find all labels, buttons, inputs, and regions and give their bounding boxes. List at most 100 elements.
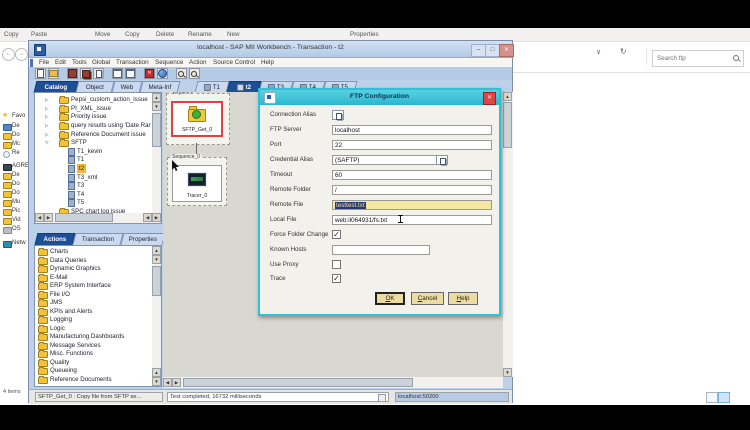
- credential-alias-picker[interactable]: [436, 155, 448, 165]
- canvas-vscrollbar[interactable]: [503, 92, 513, 377]
- scroll-up-icon[interactable]: [152, 368, 161, 377]
- details-view-icon[interactable]: [706, 392, 718, 403]
- scroll-left-icon[interactable]: [163, 378, 172, 387]
- nav-os-drive[interactable]: OS: [0, 225, 28, 234]
- action-category[interactable]: Misc. Functions: [35, 349, 151, 358]
- copy-button[interactable]: [112, 68, 123, 79]
- chevron-down-icon[interactable]: ∨: [596, 48, 601, 56]
- status-doc-icon[interactable]: [378, 394, 386, 401]
- new-document-button[interactable]: [35, 68, 46, 79]
- save-all-button[interactable]: [80, 68, 91, 79]
- nav-desktop[interactable]: De: [0, 122, 28, 131]
- maximize-icon[interactable]: □: [485, 44, 500, 57]
- local-file-field[interactable]: web:il064931/fs.txt: [332, 215, 492, 225]
- tree-item[interactable]: T3: [35, 181, 151, 190]
- find-button[interactable]: [176, 68, 187, 79]
- ribbon-properties-button[interactable]: Properties: [350, 30, 379, 39]
- tree-item[interactable]: ▷ Pepsi_custom_action_issue: [35, 95, 151, 104]
- help-button[interactable]: Help: [448, 292, 478, 305]
- cancel-button[interactable]: Cancel: [411, 292, 444, 305]
- remote-folder-field[interactable]: /: [332, 185, 492, 195]
- trace-checkbox[interactable]: ✓: [332, 274, 341, 283]
- export-button[interactable]: [93, 68, 104, 79]
- sap-title-bar[interactable]: localhost - SAP MII Workbench - Transact…: [29, 41, 514, 57]
- dialog-close-icon[interactable]: ✕: [483, 92, 496, 105]
- scroll-up-icon[interactable]: [152, 246, 161, 255]
- ok-button[interactable]: OK: [375, 292, 405, 305]
- nav-favorites[interactable]: ★ Favo: [0, 112, 28, 121]
- tree-item-sftp[interactable]: ▽ SFTP: [35, 138, 151, 147]
- open-button[interactable]: [48, 68, 59, 79]
- forward-icon[interactable]: →: [15, 48, 28, 61]
- known-hosts-field[interactable]: [332, 245, 430, 255]
- action-category[interactable]: Logging: [35, 315, 151, 324]
- tree-item[interactable]: ▷query results using 'Date Range' d: [35, 121, 151, 130]
- timeout-field[interactable]: 60: [332, 170, 492, 180]
- tab-transaction[interactable]: Transaction: [72, 233, 124, 245]
- scroll-right-icon[interactable]: [152, 213, 161, 222]
- remote-file-field[interactable]: testtest.txt: [332, 200, 492, 210]
- tree-vscrollbar[interactable]: [152, 93, 161, 213]
- connection-alias-picker[interactable]: [332, 110, 344, 120]
- nav-network[interactable]: Netw: [0, 239, 28, 248]
- ribbon-paste-button[interactable]: Paste: [31, 30, 47, 39]
- scroll-up-icon[interactable]: [152, 93, 161, 102]
- scroll-down-icon[interactable]: [152, 377, 161, 386]
- scroll-right-icon[interactable]: [172, 378, 181, 387]
- scrollbar-thumb[interactable]: [152, 266, 161, 296]
- tree-item-selected[interactable]: t2: [35, 164, 151, 173]
- save-button[interactable]: [67, 68, 78, 79]
- nav-downloads[interactable]: Do: [0, 131, 28, 140]
- nav-item[interactable]: Mc: [0, 140, 28, 149]
- web-button[interactable]: [157, 68, 168, 79]
- nav-recent[interactable]: Re: [0, 149, 28, 158]
- sequence-group[interactable]: Sequence SFTP_Get_0: [166, 92, 230, 145]
- action-category[interactable]: JMS: [35, 298, 151, 307]
- tree-item[interactable]: T1: [35, 155, 151, 164]
- ribbon-rename-button[interactable]: Rename: [188, 30, 212, 39]
- nav-this-pc[interactable]: AGRE: [0, 162, 28, 171]
- nav-music[interactable]: Mu: [0, 198, 28, 207]
- scrollbar-thumb[interactable]: [55, 213, 113, 222]
- delete-button[interactable]: ✕: [144, 68, 155, 79]
- back-icon[interactable]: ←: [2, 48, 15, 61]
- ribbon-move-button[interactable]: Move: [95, 30, 110, 39]
- scroll-up-icon[interactable]: [503, 92, 512, 101]
- nav-pictures[interactable]: Pic: [0, 207, 28, 216]
- ftp-server-field[interactable]: localhost: [332, 125, 492, 135]
- scroll-down-icon[interactable]: [152, 102, 161, 111]
- nav-item[interactable]: De: [0, 171, 28, 180]
- nav-item[interactable]: Do: [0, 180, 28, 189]
- tab-actions[interactable]: Actions: [34, 233, 76, 245]
- action-category[interactable]: Dynamic Graphics: [35, 264, 151, 273]
- find-next-button[interactable]: [189, 68, 200, 79]
- ribbon-new-button[interactable]: New: [227, 30, 240, 39]
- scrollbar-thumb[interactable]: [152, 113, 161, 147]
- layout-button[interactable]: [125, 68, 136, 79]
- ribbon-copy-button[interactable]: Copy: [4, 30, 19, 39]
- credential-alias-field[interactable]: (SAFTP): [332, 155, 447, 165]
- use-proxy-checkbox[interactable]: [332, 260, 341, 269]
- ribbon-copyto-button[interactable]: Copy: [125, 30, 140, 39]
- minimize-icon[interactable]: –: [471, 44, 486, 57]
- thumbnails-view-icon[interactable]: [718, 392, 730, 403]
- action-category[interactable]: ERP System Interface: [35, 281, 151, 290]
- nav-item[interactable]: Do: [0, 189, 28, 198]
- scroll-down-icon[interactable]: [152, 255, 161, 264]
- action-category[interactable]: Queueing: [35, 366, 151, 375]
- action-category[interactable]: Reference Documents: [35, 375, 151, 384]
- tree-item[interactable]: ▷ Priority issue: [35, 112, 151, 121]
- tab-properties[interactable]: Properties: [120, 233, 166, 245]
- canvas-hscrollbar[interactable]: [163, 377, 503, 388]
- port-field[interactable]: 22: [332, 140, 492, 150]
- scroll-right-icon[interactable]: [44, 213, 53, 222]
- action-category[interactable]: Manufacturing Dashboards: [35, 332, 151, 341]
- scroll-left-icon[interactable]: [35, 213, 44, 222]
- search-input[interactable]: [655, 52, 731, 65]
- scroll-down-icon[interactable]: [503, 368, 512, 377]
- actions-vscrollbar[interactable]: [152, 246, 161, 386]
- explorer-search-box[interactable]: [652, 50, 744, 67]
- tree-hscrollbar[interactable]: [35, 213, 161, 223]
- refresh-icon[interactable]: ↻: [620, 47, 627, 56]
- scroll-left-icon[interactable]: [143, 213, 152, 222]
